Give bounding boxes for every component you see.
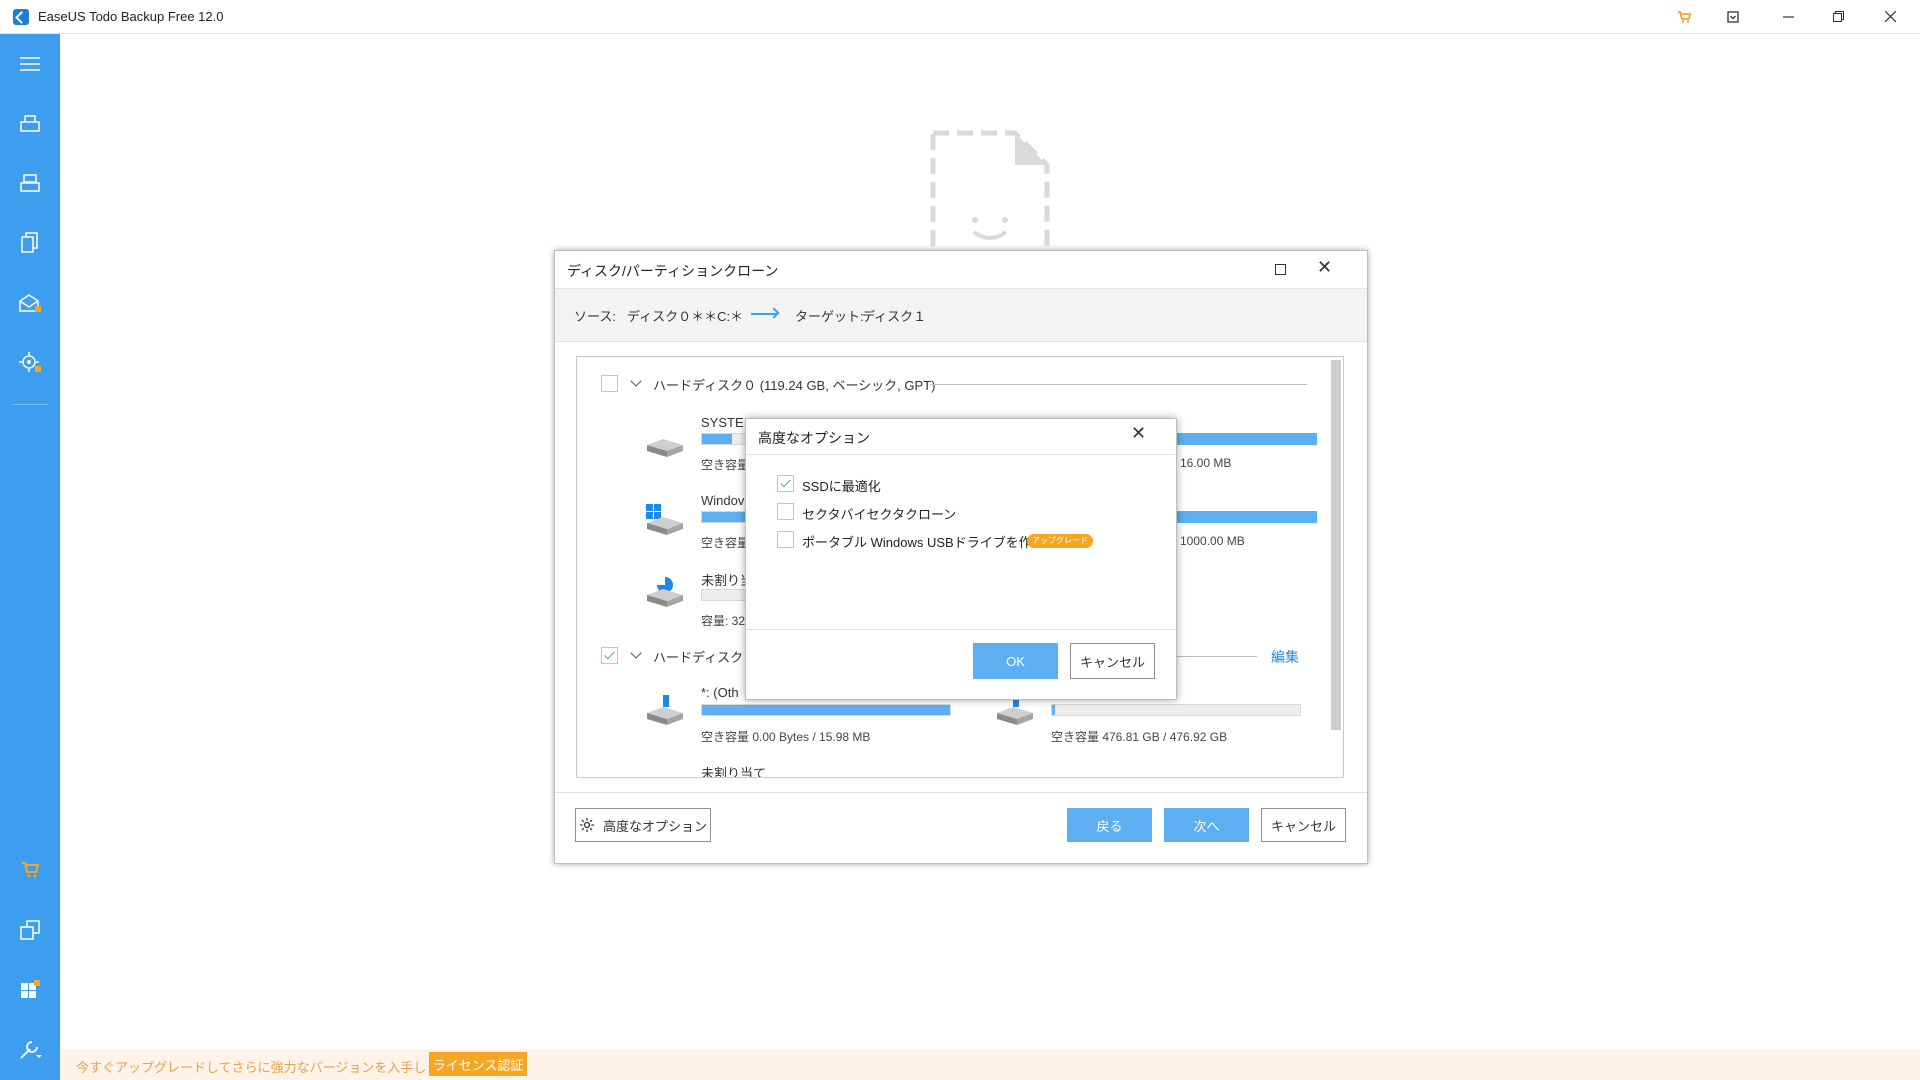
partition-name: *: (Oth: [701, 685, 739, 700]
restore-icon[interactable]: [1815, 0, 1861, 33]
mail-backup-icon[interactable]: [14, 287, 46, 319]
chevron-down-icon[interactable]: [630, 375, 642, 387]
dialog-title: ディスク/パーティションクローン: [567, 263, 779, 279]
gear-icon: [579, 818, 594, 832]
back-button[interactable]: 戻る: [1067, 808, 1152, 842]
partition-info: 空き容量: [701, 536, 750, 550]
partition-usage-bar: [1167, 511, 1317, 523]
target-value: ディスク１: [862, 309, 927, 324]
tools-icon[interactable]: [14, 1034, 46, 1066]
system-backup-icon[interactable]: [14, 167, 46, 199]
upgrade-banner: 今すぐアップグレードしてさらに強力なバージョンを入手しましょう。 ライセンス認証: [60, 1049, 1920, 1080]
next-button[interactable]: 次へ: [1164, 808, 1249, 842]
unallocated-drive-icon: [645, 575, 685, 607]
sidebar-divider: [12, 404, 48, 405]
sector-clone-checkbox[interactable]: [777, 503, 794, 520]
disk-divider: [930, 384, 1307, 385]
windows-drive-icon: [645, 503, 685, 535]
partition-info-right: 16.00 MB: [1180, 456, 1232, 470]
license-button[interactable]: ライセンス認証: [429, 1052, 527, 1076]
sidebar: [0, 34, 60, 1080]
partition-info: 空き容量 0.00 Bytes / 15.98 MB: [701, 730, 871, 744]
modal-divider: [746, 454, 1176, 455]
disk-backup-icon[interactable]: [14, 107, 46, 139]
partition-name: SYSTE: [701, 415, 744, 430]
file-backup-icon[interactable]: [14, 227, 46, 259]
close-icon[interactable]: [1867, 0, 1913, 33]
upgrade-badge: アップグレード: [1027, 534, 1093, 548]
app-title: EaseUS Todo Backup Free 12.0: [38, 9, 224, 24]
footer-divider: [555, 792, 1367, 793]
smart-backup-icon[interactable]: [14, 346, 46, 378]
close-icon[interactable]: ✕: [1317, 257, 1332, 278]
app-logo-icon: [13, 9, 29, 25]
chevron-down-icon[interactable]: [630, 647, 642, 659]
source-label: ソース:: [574, 309, 616, 324]
minimize-icon[interactable]: [1765, 0, 1811, 33]
sector-clone-label: セクタバイセクタクローン: [802, 507, 957, 522]
disk-0-checkbox[interactable]: [601, 375, 618, 392]
modal-cancel-button[interactable]: キャンセル: [1070, 643, 1155, 679]
portable-usb-label: ポータブル Windows USBドライブを作成: [802, 535, 1045, 550]
advanced-options-modal: 高度なオプション ✕ SSDに最適化 セクタバイセクタクローン ポータブル Wi…: [745, 418, 1177, 700]
usb-drive-icon: [645, 693, 685, 725]
partition-info: 空き容量 476.81 GB / 476.92 GB: [1051, 730, 1228, 744]
target-label: ターゲット:: [795, 309, 864, 324]
drive-icon: [645, 433, 685, 459]
partition-name: 未割り当て: [701, 766, 767, 778]
clone-icon[interactable]: [14, 914, 46, 946]
disk-1-checkbox[interactable]: [601, 647, 618, 664]
partition-info-right: 1000.00 MB: [1180, 534, 1245, 548]
portable-usb-checkbox[interactable]: [777, 531, 794, 548]
feedback-icon[interactable]: [1710, 0, 1756, 33]
advanced-options-button[interactable]: 高度なオプション: [575, 808, 711, 842]
modal-title: 高度なオプション: [758, 430, 870, 446]
modal-divider: [746, 629, 1176, 630]
disk-1-title: ハードディスク１: [653, 650, 757, 665]
disk-divider: [1167, 656, 1257, 657]
partition-usage-bar: [701, 704, 951, 716]
partition-usage-bar: [1167, 433, 1317, 445]
cart-icon[interactable]: [14, 854, 46, 886]
empty-document-icon: [930, 130, 1050, 256]
menu-icon[interactable]: [14, 48, 46, 80]
partition-info: 空き容量: [701, 458, 750, 472]
arrow-right-icon: [751, 313, 777, 315]
cart-icon[interactable]: [1661, 0, 1707, 33]
disk-0-title: ハードディスク０ (119.24 GB, ベーシック, GPT): [653, 378, 936, 393]
windows-icon[interactable]: [14, 974, 46, 1006]
source-target-header: ソース: ディスク０＊＊C:＊ ターゲット: ディスク１: [555, 288, 1367, 342]
cancel-button[interactable]: キャンセル: [1261, 808, 1346, 842]
edit-link[interactable]: 編集: [1271, 647, 1299, 667]
source-value: ディスク０＊＊C:＊: [627, 309, 744, 324]
partition-info: 容量: 32: [701, 614, 746, 628]
partition-name: Windov: [701, 493, 745, 508]
advanced-options-label: 高度なオプション: [602, 818, 707, 834]
ssd-optimize-checkbox[interactable]: [777, 475, 794, 492]
close-icon[interactable]: ✕: [1131, 423, 1146, 444]
partition-usage-bar: [1051, 704, 1301, 716]
ok-button[interactable]: OK: [973, 643, 1058, 679]
scrollbar[interactable]: [1331, 360, 1341, 730]
ssd-optimize-label: SSDに最適化: [802, 479, 881, 494]
title-bar: EaseUS Todo Backup Free 12.0: [0, 0, 1920, 34]
maximize-icon[interactable]: [1275, 264, 1286, 275]
